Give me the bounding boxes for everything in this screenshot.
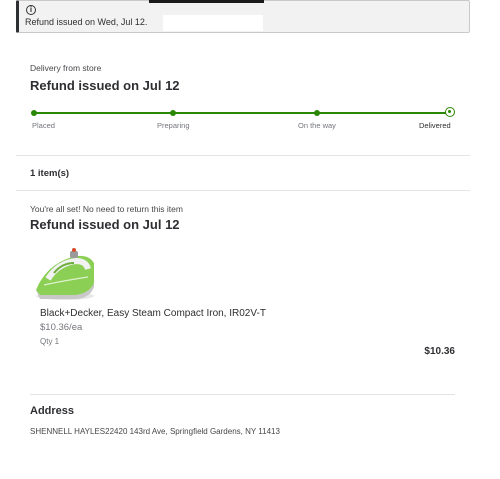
step-label-delivered: Delivered	[419, 121, 451, 130]
delivery-status-heading: Refund issued on Jul 12	[30, 78, 180, 93]
step-label-preparing: Preparing	[157, 121, 190, 130]
step-dot-preparing	[170, 110, 176, 116]
alert-top-bar	[149, 0, 264, 3]
alert-message: Refund issued on Wed, Jul 12.	[25, 17, 148, 27]
step-dot-on-the-way	[314, 110, 320, 116]
refund-heading: Refund issued on Jul 12	[30, 217, 180, 232]
progress-tracker	[31, 107, 455, 118]
product-unit-price: $10.36/ea	[40, 322, 83, 333]
address-title: Address	[30, 405, 75, 417]
step-dot-placed	[31, 110, 37, 116]
steam-iron-product-image[interactable]	[32, 243, 98, 303]
item-count: 1 item(s)	[30, 168, 70, 179]
refund-alert-banner: i Refund issued on Wed, Jul 12.	[16, 0, 470, 33]
step-label-placed: Placed	[32, 121, 55, 130]
return-note: You're all set! No need to return this i…	[30, 204, 183, 214]
section-divider	[16, 190, 470, 191]
step-label-on-the-way: On the way	[298, 121, 336, 130]
info-icon: i	[26, 5, 36, 15]
product-name[interactable]: Black+Decker, Easy Steam Compact Iron, I…	[40, 308, 266, 319]
step-dot-delivered	[445, 107, 455, 117]
product-quantity: Qty 1	[40, 337, 60, 346]
section-divider	[30, 394, 455, 395]
address-text: SHENNELL HAYLES22420 143rd Ave, Springfi…	[30, 427, 280, 436]
alert-redaction-block	[163, 15, 263, 31]
progress-line	[34, 112, 451, 114]
delivery-method: Delivery from store	[30, 63, 102, 73]
section-divider	[16, 155, 470, 156]
product-line-total: $10.36	[424, 346, 455, 357]
